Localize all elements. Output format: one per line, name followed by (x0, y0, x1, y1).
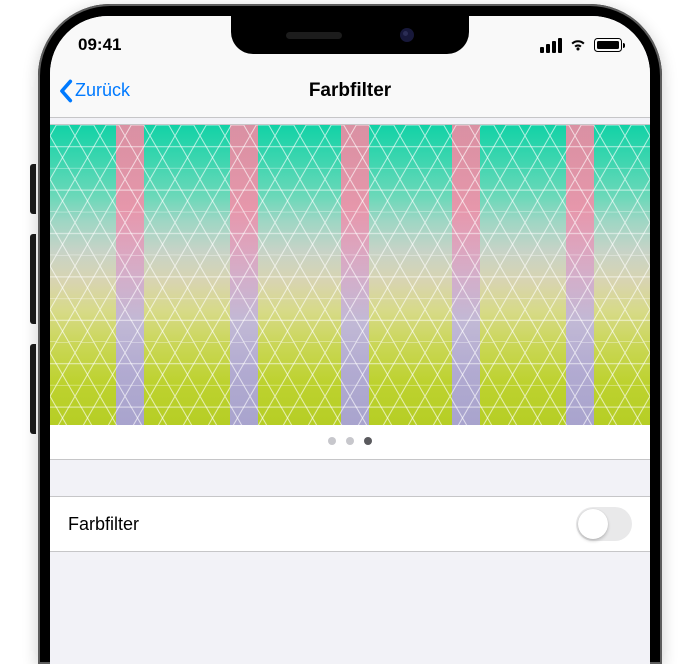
color-filters-toggle[interactable] (576, 507, 632, 541)
page-title: Farbfilter (309, 80, 391, 102)
page-dot[interactable] (346, 437, 354, 445)
status-right (540, 38, 622, 53)
screen: 09:41 Zurück Farbfilter (50, 16, 650, 664)
cellular-icon (540, 38, 562, 53)
wifi-icon (569, 38, 587, 52)
side-button (30, 344, 36, 434)
status-time: 09:41 (78, 35, 121, 55)
battery-icon (594, 38, 622, 52)
page-dot-active[interactable] (364, 437, 372, 445)
page-dots (50, 425, 650, 459)
preview-color-column (116, 125, 144, 425)
preview-panel (50, 124, 650, 460)
preview-color-column (341, 125, 369, 425)
preview-color-column (452, 125, 480, 425)
nav-bar: Zurück Farbfilter (50, 64, 650, 118)
preview-color-column (566, 125, 594, 425)
notch (231, 16, 469, 54)
back-button[interactable]: Zurück (58, 79, 130, 103)
color-filters-preview[interactable] (50, 125, 650, 425)
preview-color-column (230, 125, 258, 425)
front-camera (400, 28, 414, 42)
phone-frame: 09:41 Zurück Farbfilter (38, 4, 662, 664)
page-dot[interactable] (328, 437, 336, 445)
back-label: Zurück (75, 80, 130, 101)
color-filters-row: Farbfilter (50, 496, 650, 552)
toggle-label: Farbfilter (68, 514, 139, 535)
chevron-left-icon (58, 79, 73, 103)
speaker (286, 32, 342, 39)
